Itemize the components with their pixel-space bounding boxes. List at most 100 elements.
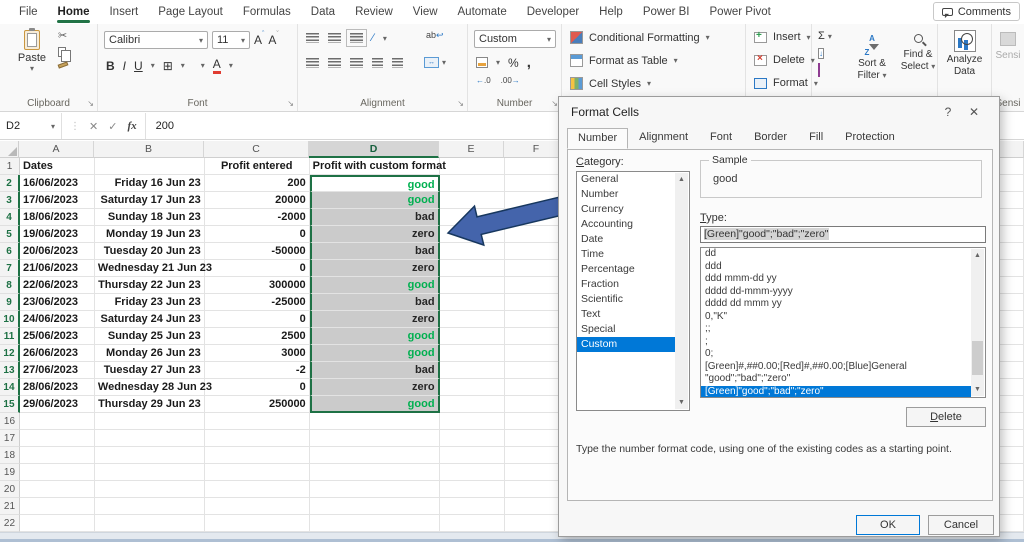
autosum-button[interactable]: Σ ▾ (818, 30, 832, 42)
row-header-1[interactable]: 1 (0, 158, 20, 175)
comma-style-button[interactable]: , (527, 54, 531, 71)
dialog-tab-protection[interactable]: Protection (834, 127, 906, 148)
cell-c3[interactable]: 20000 (204, 192, 310, 209)
cell-d6[interactable]: bad (309, 243, 440, 260)
select-all-button[interactable] (0, 141, 19, 158)
menu-tab-automate[interactable]: Automate (449, 2, 516, 23)
row-header-16[interactable]: 16 (0, 413, 20, 430)
wrap-text-button[interactable]: ab↩ (426, 30, 444, 41)
cell-e11[interactable] (439, 328, 505, 345)
top-align-button[interactable] (306, 33, 319, 43)
cell-a11[interactable]: 25/06/2023 (19, 328, 95, 345)
row-header-6[interactable]: 6 (0, 243, 20, 260)
row-header-12[interactable]: 12 (0, 345, 20, 362)
number-format-select[interactable]: Custom ▾ (474, 30, 556, 48)
cell-d20[interactable] (309, 481, 440, 498)
close-icon[interactable]: ✕ (961, 105, 987, 119)
find-select-button[interactable]: Find & Select ▾ (898, 32, 938, 73)
type-scrollbar[interactable]: ▲ ▼ (971, 249, 984, 396)
cell-b15[interactable]: Thursday 29 Jun 23 (94, 396, 205, 413)
drag-handle-icon[interactable]: ⋮ (70, 121, 80, 132)
delete-format-button[interactable]: Delete (906, 407, 986, 427)
analyze-data-button[interactable]: Analyze Data (938, 30, 991, 78)
cell-c9[interactable]: -25000 (204, 294, 310, 311)
row-header-17[interactable]: 17 (0, 430, 20, 447)
cell-e2[interactable] (439, 175, 505, 192)
borders-button[interactable]: ⊞ (163, 59, 173, 73)
cut-icon[interactable]: ✂ (58, 31, 67, 42)
category-item-fraction[interactable]: Fraction (577, 277, 675, 292)
cell-c12[interactable]: 3000 (204, 345, 310, 362)
category-item-date[interactable]: Date (577, 232, 675, 247)
type-option[interactable]: dd (701, 248, 971, 261)
cell-e14[interactable] (439, 379, 505, 396)
menu-tab-insert[interactable]: Insert (100, 2, 147, 23)
cell-d18[interactable] (309, 447, 440, 464)
cell-c19[interactable] (204, 464, 310, 481)
ok-button[interactable]: OK (856, 515, 920, 535)
cell-a20[interactable] (19, 481, 95, 498)
cell-c7[interactable]: 0 (204, 260, 310, 277)
column-header-c[interactable]: C (204, 141, 309, 158)
cell-b14[interactable]: Wednesday 28 Jun 23 (94, 379, 212, 396)
row-header-8[interactable]: 8 (0, 277, 20, 294)
accounting-format-icon[interactable] (476, 57, 488, 68)
cell-a16[interactable] (19, 413, 95, 430)
scroll-up-icon[interactable]: ▲ (971, 249, 984, 262)
cell-b6[interactable]: Tuesday 20 Jun 23 (94, 243, 205, 260)
row-header-9[interactable]: 9 (0, 294, 20, 311)
cell-b10[interactable]: Saturday 24 Jun 23 (94, 311, 205, 328)
cell-e8[interactable] (439, 277, 505, 294)
shrink-font-button[interactable]: Aˇ (268, 31, 278, 47)
dialog-tab-number[interactable]: Number (567, 128, 629, 149)
cell-a6[interactable]: 20/06/2023 (19, 243, 95, 260)
category-item-accounting[interactable]: Accounting (577, 217, 675, 232)
cell-c22[interactable] (204, 515, 310, 532)
font-dialog-launcher-icon[interactable]: ↘ (287, 99, 294, 108)
cell-a4[interactable]: 18/06/2023 (19, 209, 95, 226)
scroll-down-icon[interactable]: ▼ (971, 383, 984, 396)
paste-button[interactable]: Paste ▾ (14, 28, 50, 73)
merge-center-button[interactable]: ↔ ▾ (424, 57, 446, 68)
format-button[interactable]: Format ▾ (754, 77, 818, 89)
cell-b4[interactable]: Sunday 18 Jun 23 (94, 209, 205, 226)
cell-b21[interactable] (94, 498, 205, 515)
insert-button[interactable]: Insert ▾ (754, 30, 811, 43)
cell-b11[interactable]: Sunday 25 Jun 23 (94, 328, 205, 345)
cell-a5[interactable]: 19/06/2023 (19, 226, 95, 243)
category-item-currency[interactable]: Currency (577, 202, 675, 217)
type-option[interactable]: dddd dd mmm yy (701, 298, 971, 311)
orientation-button[interactable]: ∕ (372, 32, 374, 44)
cell-d19[interactable] (309, 464, 440, 481)
cell-a13[interactable]: 27/06/2023 (19, 362, 95, 379)
cell-c13[interactable]: -2 (204, 362, 310, 379)
increase-indent-button[interactable] (392, 58, 403, 68)
cell-b2[interactable]: Friday 16 Jun 23 (94, 175, 205, 192)
dialog-tab-alignment[interactable]: Alignment (628, 127, 699, 148)
alignment-dialog-launcher-icon[interactable]: ↘ (457, 99, 464, 108)
column-header-b[interactable]: B (94, 141, 204, 158)
menu-tab-home[interactable]: Home (49, 2, 99, 23)
menu-tab-file[interactable]: File (10, 2, 47, 23)
cell-b9[interactable]: Friday 23 Jun 23 (94, 294, 205, 311)
cell-d21[interactable] (309, 498, 440, 515)
cell-d7[interactable]: zero (309, 260, 440, 277)
cancel-button[interactable]: Cancel (928, 515, 994, 535)
category-item-time[interactable]: Time (577, 247, 675, 262)
type-option[interactable]: 0,"K" (701, 311, 971, 324)
dialog-tab-border[interactable]: Border (743, 127, 798, 148)
clear-button[interactable] (818, 63, 832, 77)
cell-e21[interactable] (439, 498, 505, 515)
cell-a14[interactable]: 28/06/2023 (19, 379, 95, 396)
cell-b1[interactable] (94, 158, 205, 175)
middle-align-button[interactable] (328, 33, 341, 43)
type-option[interactable]: [Green]"good";"bad";"zero" (701, 385, 971, 397)
cell-d2[interactable]: good (309, 175, 440, 192)
cell-d8[interactable]: good (309, 277, 440, 294)
help-icon[interactable]: ? (935, 105, 961, 119)
cell-a10[interactable]: 24/06/2023 (19, 311, 95, 328)
row-header-20[interactable]: 20 (0, 481, 20, 498)
menu-tab-page-layout[interactable]: Page Layout (149, 2, 232, 23)
cell-e5[interactable] (439, 226, 505, 243)
chevron-down-icon[interactable]: ▾ (496, 58, 500, 67)
